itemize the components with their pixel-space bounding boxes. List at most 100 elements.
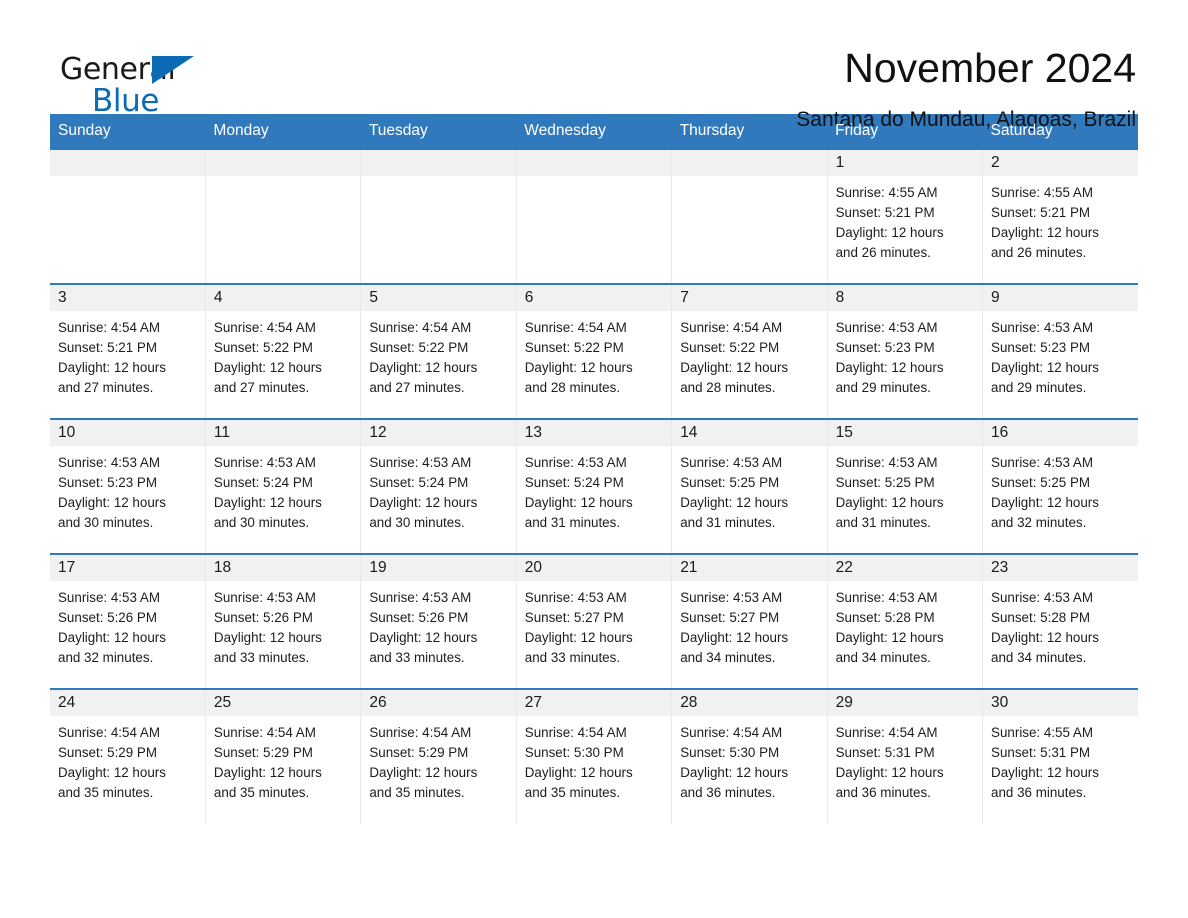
sunset-text: Sunset: 5:24 PM — [524, 475, 624, 490]
calendar-day-cell[interactable]: 10 Sunrise: 4:53 AM Sunset: 5:23 PM Dayligh… — [50, 418, 206, 554]
day-number: 26 — [369, 694, 387, 711]
daylight-text-line1: Daylight: 12 hours — [680, 765, 789, 780]
sunset-text: Sunset: 5:24 PM — [369, 475, 469, 490]
calendar-day-cell[interactable]: 17 Sunrise: 4:53 AM Sunset: 5:26 PM Dayligh… — [50, 553, 206, 689]
calendar-day-cell[interactable]: 21 Sunrise: 4:53 AM Sunset: 5:27 PM Dayligh… — [671, 553, 828, 689]
calendar-day-cell[interactable]: 11 Sunrise: 4:53 AM Sunset: 5:24 PM Dayligh… — [204, 418, 361, 554]
day-number-band — [205, 150, 361, 176]
sunset-text: Sunset: 5:22 PM — [213, 340, 313, 355]
daylight-text-line2: and 35 minutes. — [213, 785, 310, 800]
daylight-text-line1: Daylight: 12 hours — [835, 630, 944, 645]
day-number-band: 26 — [361, 690, 516, 716]
daylight-text-line1: Daylight: 12 hours — [524, 630, 633, 645]
day-number-band: 10 — [50, 420, 205, 446]
day-number-band: 15 — [827, 420, 983, 446]
day-number: 10 — [58, 424, 76, 441]
calendar-day-cell-empty — [360, 148, 517, 284]
calendar-day-cell[interactable]: 15 Sunrise: 4:53 AM Sunset: 5:25 PM Dayligh… — [826, 418, 983, 554]
sunrise-text: Sunrise: 4:53 AM — [835, 590, 938, 605]
day-number-band: 23 — [983, 555, 1138, 581]
calendar-week-row: 1 Sunrise: 4:55 AM Sunset: 5:21 PM Daylight… — [50, 148, 1138, 284]
day-number: 7 — [680, 289, 689, 306]
calendar-day-cell[interactable]: 28 Sunrise: 4:54 AM Sunset: 5:30 PM Dayligh… — [671, 688, 828, 824]
day-number-band: 8 — [827, 285, 983, 311]
calendar-day-cell[interactable]: 29 Sunrise: 4:54 AM Sunset: 5:31 PM Dayligh… — [826, 688, 983, 824]
calendar-day-cell[interactable]: 18 Sunrise: 4:53 AM Sunset: 5:26 PM Dayligh… — [204, 553, 361, 689]
day-number-band: 9 — [983, 285, 1138, 311]
daylight-text-line1: Daylight: 12 hours — [680, 495, 789, 510]
calendar-day-cell[interactable]: 27 Sunrise: 4:54 AM Sunset: 5:30 PM Dayligh… — [515, 688, 672, 824]
sunset-text: Sunset: 5:25 PM — [991, 475, 1091, 490]
day-number: 3 — [58, 289, 67, 306]
day-number-band: 12 — [361, 420, 516, 446]
sunrise-text: Sunrise: 4:54 AM — [213, 725, 316, 740]
calendar-day-cell[interactable]: 13 Sunrise: 4:53 AM Sunset: 5:24 PM Dayligh… — [515, 418, 672, 554]
calendar-day-cell[interactable]: 12 Sunrise: 4:53 AM Sunset: 5:24 PM Dayligh… — [360, 418, 517, 554]
daylight-text-line2: and 30 minutes. — [213, 515, 310, 530]
daylight-text-line1: Daylight: 12 hours — [524, 765, 633, 780]
sunset-text: Sunset: 5:28 PM — [991, 610, 1091, 625]
calendar-day-cell[interactable]: 14 Sunrise: 4:53 AM Sunset: 5:25 PM Dayligh… — [671, 418, 828, 554]
day-number-band: 4 — [205, 285, 361, 311]
daylight-text-line1: Daylight: 12 hours — [369, 630, 478, 645]
calendar-day-cell[interactable]: 23 Sunrise: 4:53 AM Sunset: 5:28 PM Dayligh… — [982, 553, 1138, 689]
daylight-text-line2: and 30 minutes. — [58, 515, 154, 530]
calendar-day-cell[interactable]: 16 Sunrise: 4:53 AM Sunset: 5:25 PM Dayligh… — [982, 418, 1138, 554]
calendar-day-cell[interactable]: 9 Sunrise: 4:53 AM Sunset: 5:23 PM Daylight… — [982, 283, 1138, 419]
sunset-text: Sunset: 5:31 PM — [991, 745, 1091, 760]
sunset-text: Sunset: 5:23 PM — [58, 475, 157, 490]
daylight-text-line1: Daylight: 12 hours — [680, 360, 789, 375]
calendar-day-cell-empty — [50, 148, 206, 284]
calendar-day-cell-empty — [204, 148, 361, 284]
daylight-text-line2: and 31 minutes. — [680, 515, 776, 530]
day-number: 24 — [58, 694, 76, 711]
calendar-day-cell[interactable]: 3 Sunrise: 4:54 AM Sunset: 5:21 PM Daylight… — [50, 283, 206, 419]
day-details: Sunrise: 4:54 AM Sunset: 5:31 PM Daylight:… — [828, 716, 982, 803]
daylight-text-line1: Daylight: 12 hours — [991, 630, 1099, 645]
daylight-text-line1: Daylight: 12 hours — [524, 495, 633, 510]
calendar-day-cell[interactable]: 26 Sunrise: 4:54 AM Sunset: 5:29 PM Dayligh… — [360, 688, 517, 824]
general-blue-logo[interactable]: General Blue — [50, 44, 200, 119]
calendar-day-cell[interactable]: 22 Sunrise: 4:53 AM Sunset: 5:28 PM Dayligh… — [826, 553, 983, 689]
calendar-week-row: 10 Sunrise: 4:53 AM Sunset: 5:23 PM Dayligh… — [50, 418, 1138, 554]
calendar-day-cell[interactable]: 20 Sunrise: 4:53 AM Sunset: 5:27 PM Dayligh… — [515, 553, 672, 689]
calendar-day-cell[interactable]: 5 Sunrise: 4:54 AM Sunset: 5:22 PM Daylight… — [360, 283, 517, 419]
day-number: 23 — [991, 559, 1009, 576]
day-number: 8 — [835, 289, 845, 306]
sunrise-text: Sunrise: 4:54 AM — [369, 725, 472, 740]
sunset-text: Sunset: 5:30 PM — [680, 745, 780, 760]
sunrise-text: Sunrise: 4:53 AM — [991, 455, 1094, 470]
day-number: 15 — [835, 424, 853, 441]
calendar-day-cell[interactable]: 7 Sunrise: 4:54 AM Sunset: 5:22 PM Daylight… — [671, 283, 828, 419]
day-details: Sunrise: 4:55 AM Sunset: 5:31 PM Daylight:… — [983, 716, 1138, 803]
day-number: 17 — [58, 559, 76, 576]
day-number-band: 25 — [205, 690, 361, 716]
sunrise-text: Sunrise: 4:54 AM — [524, 725, 627, 740]
calendar-week-row: 24 Sunrise: 4:54 AM Sunset: 5:29 PM Dayligh… — [50, 688, 1138, 824]
daylight-text-line2: and 27 minutes. — [58, 380, 154, 395]
day-details: Sunrise: 4:54 AM Sunset: 5:30 PM Daylight:… — [672, 716, 826, 803]
day-number-band: 18 — [205, 555, 361, 581]
calendar-day-cell[interactable]: 1 Sunrise: 4:55 AM Sunset: 5:21 PM Daylight… — [826, 148, 983, 284]
calendar-day-cell[interactable]: 25 Sunrise: 4:54 AM Sunset: 5:29 PM Dayligh… — [204, 688, 361, 824]
calendar-day-cell[interactable]: 24 Sunrise: 4:54 AM Sunset: 5:29 PM Dayligh… — [50, 688, 206, 824]
day-number: 29 — [835, 694, 853, 711]
daylight-text-line2: and 34 minutes. — [680, 650, 776, 665]
calendar-day-cell[interactable]: 30 Sunrise: 4:55 AM Sunset: 5:31 PM Dayligh… — [982, 688, 1138, 824]
calendar-day-cell[interactable]: 8 Sunrise: 4:53 AM Sunset: 5:23 PM Daylight… — [826, 283, 983, 419]
sunset-text: Sunset: 5:31 PM — [835, 745, 935, 760]
calendar-day-cell[interactable]: 19 Sunrise: 4:53 AM Sunset: 5:26 PM Dayligh… — [360, 553, 517, 689]
day-details: Sunrise: 4:54 AM Sunset: 5:22 PM Daylight:… — [206, 311, 360, 398]
daylight-text-line2: and 36 minutes. — [991, 785, 1087, 800]
sunrise-text: Sunrise: 4:55 AM — [991, 185, 1094, 200]
sunrise-text: Sunrise: 4:53 AM — [213, 590, 316, 605]
day-number-band: 7 — [672, 285, 827, 311]
daylight-text-line2: and 34 minutes. — [835, 650, 931, 665]
calendar-day-cell-empty — [671, 148, 828, 284]
day-number-band: 29 — [827, 690, 983, 716]
calendar-day-cell[interactable]: 4 Sunrise: 4:54 AM Sunset: 5:22 PM Daylight… — [204, 283, 361, 419]
calendar-day-cell[interactable]: 6 Sunrise: 4:54 AM Sunset: 5:22 PM Daylight… — [515, 283, 672, 419]
daylight-text-line2: and 29 minutes. — [835, 380, 931, 395]
calendar-day-cell[interactable]: 2 Sunrise: 4:55 AM Sunset: 5:21 PM Daylight… — [982, 148, 1138, 284]
logo-triangle-icon — [152, 56, 194, 84]
